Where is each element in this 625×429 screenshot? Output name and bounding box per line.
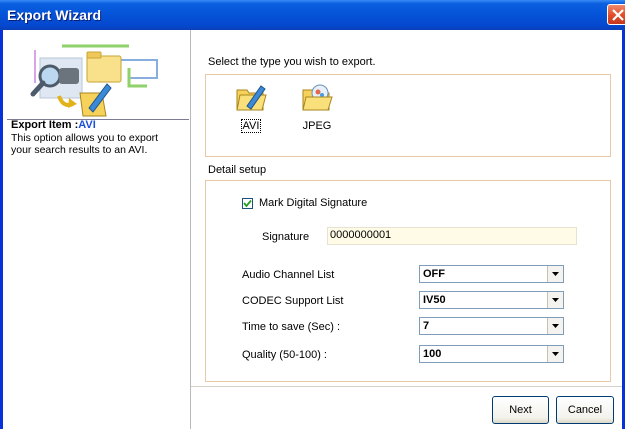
chevron-down-icon [552,272,559,276]
quality-value: 100 [423,348,442,360]
wizard-graphic-icon [30,44,158,117]
next-button[interactable]: Next [492,396,549,424]
chevron-down-icon [552,352,559,356]
dropdown-arrow-button[interactable] [547,266,563,282]
jpeg-folder-icon [302,84,333,111]
cancel-button[interactable]: Cancel [556,396,614,424]
window-title: Export Wizard [7,7,101,23]
dropdown-arrow-button[interactable] [547,346,563,362]
export-description: This option allows you to export your se… [11,132,159,156]
export-item-label: Export Item : [11,119,79,131]
close-icon [612,9,624,21]
time-to-save-label: Time to save (Sec) : [242,321,341,333]
wizard-client-area: Export Item :AVI This option allows you … [3,30,622,429]
mark-signature-row[interactable]: Mark Digital Signature [242,197,367,209]
export-item-heading: Export Item :AVI [11,119,96,131]
checkmark-icon [243,199,252,207]
export-type-group: AVI JPEG [205,74,611,157]
detail-setup-group: Mark Digital Signature Signature 0000000… [205,180,611,382]
mark-signature-label: Mark Digital Signature [259,197,368,209]
export-type-avi-label: AVI [240,119,262,133]
audio-channel-label: Audio Channel List [242,269,335,281]
signature-field[interactable]: 0000000001 [327,227,577,245]
codec-support-label: CODEC Support List [242,295,344,307]
chevron-down-icon [552,324,559,328]
dropdown-arrow-button[interactable] [547,292,563,308]
footer-divider [191,386,622,387]
export-type-prompt: Select the type you wish to export. [208,56,376,68]
dropdown-arrow-button[interactable] [547,318,563,334]
title-bar[interactable]: Export Wizard [0,0,625,30]
export-type-avi[interactable]: AVI [226,81,276,133]
quality-label: Quality (50-100) : [242,349,327,361]
mark-signature-checkbox[interactable] [242,197,253,209]
export-type-jpeg-label: JPEG [302,120,332,132]
codec-support-value: IV50 [423,294,446,306]
time-to-save-value: 7 [423,320,430,332]
time-to-save-select[interactable]: 7 [419,317,564,335]
quality-select[interactable]: 100 [419,345,564,363]
export-item-value: AVI [78,119,96,131]
signature-label: Signature [262,231,310,243]
avi-folder-icon [236,85,267,111]
wizard-sidebar: Export Item :AVI This option allows you … [3,30,191,429]
codec-support-select[interactable]: IV50 [419,291,564,309]
export-type-jpeg[interactable]: JPEG [292,81,342,132]
export-wizard-window: Export Wizard Export Item:AVI This opti… [0,0,625,429]
wizard-main-panel: Select the type you wish to export. AVI [191,30,622,429]
audio-channel-value: OFF [423,268,445,280]
detail-setup-title: Detail setup [208,164,267,176]
chevron-down-icon [552,298,559,302]
audio-channel-select[interactable]: OFF [419,265,564,283]
close-button[interactable] [607,4,625,25]
